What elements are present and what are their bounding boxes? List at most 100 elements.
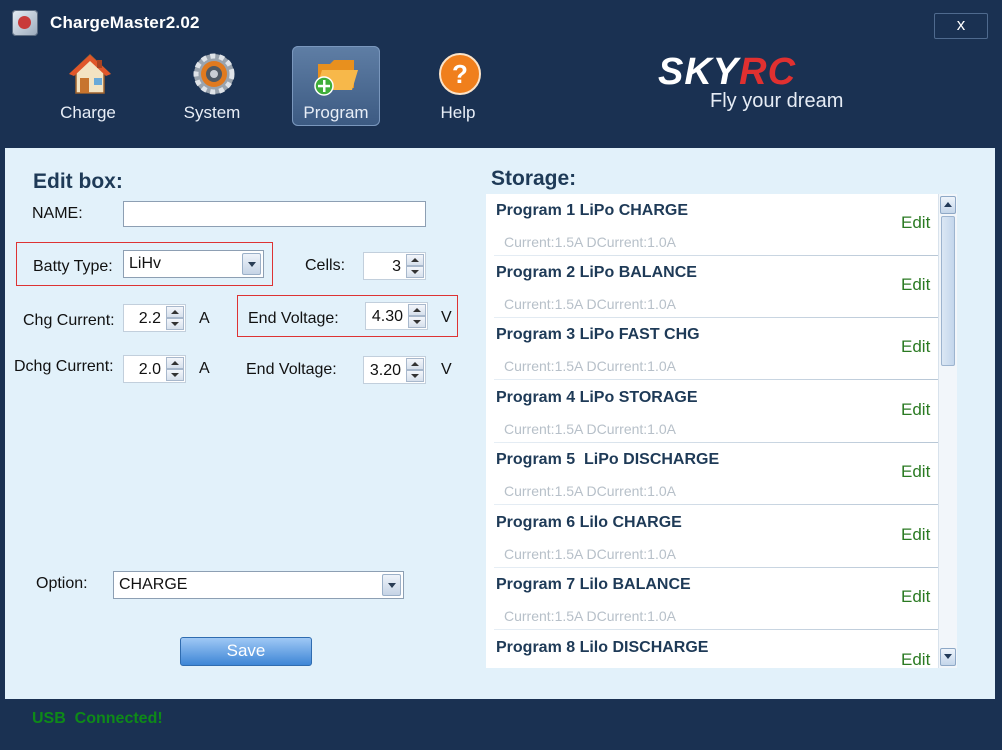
batt-type-select[interactable]: LiHv bbox=[123, 250, 264, 278]
program-edit-link[interactable]: Edit bbox=[901, 400, 930, 420]
edit-box-title: Edit box: bbox=[33, 170, 123, 193]
scroll-up-icon[interactable] bbox=[940, 196, 956, 214]
program-title: Program 1 LiPo CHARGE bbox=[496, 202, 689, 219]
program-desc: Current:1.5A DCurrent:1.0A bbox=[504, 546, 676, 562]
chg-end-voltage-unit: V bbox=[441, 309, 452, 326]
chg-current-value: 2.2 bbox=[138, 310, 161, 327]
chevron-down-icon[interactable] bbox=[242, 253, 261, 275]
close-button[interactable]: x bbox=[934, 13, 988, 39]
dchg-end-voltage-stepper[interactable]: 3.20 bbox=[363, 356, 426, 384]
tool-charge-button[interactable]: Charge bbox=[44, 46, 132, 126]
spin-up-icon[interactable] bbox=[406, 254, 424, 266]
main-panel: Edit box: NAME: Batty Type: LiHv Cells: … bbox=[5, 148, 995, 699]
program-item[interactable]: Program 2 LiPo BALANCE Current:1.5A DCur… bbox=[486, 256, 938, 318]
dchg-end-voltage-label: End Voltage: bbox=[246, 361, 337, 378]
spin-up-icon[interactable] bbox=[406, 358, 424, 370]
dchg-current-label: Dchg Current: bbox=[14, 358, 114, 375]
option-value: CHARGE bbox=[119, 576, 188, 593]
chevron-down-icon[interactable] bbox=[382, 574, 401, 596]
spin-up-icon[interactable] bbox=[166, 306, 184, 318]
window-title: ChargeMaster2.02 bbox=[50, 13, 200, 32]
status-text: USB Connected! bbox=[32, 710, 163, 727]
storage-title: Storage: bbox=[491, 167, 577, 190]
tool-program-button[interactable]: Program bbox=[292, 46, 380, 126]
dchg-current-stepper[interactable]: 2.0 bbox=[123, 355, 186, 383]
spin-down-icon[interactable] bbox=[166, 318, 184, 330]
program-edit-link[interactable]: Edit bbox=[901, 462, 930, 482]
batt-type-value: LiHv bbox=[129, 255, 162, 272]
home-icon bbox=[69, 53, 111, 94]
skyrc-logo: SKYRC Fly your dream bbox=[658, 51, 843, 112]
chg-end-voltage-stepper[interactable]: 4.30 bbox=[365, 302, 428, 330]
tool-help-label: Help bbox=[440, 103, 476, 122]
divider bbox=[494, 629, 938, 630]
title-bar: ChargeMaster2.02 x bbox=[0, 0, 1002, 44]
option-label: Option: bbox=[36, 575, 88, 592]
program-edit-link[interactable]: Edit bbox=[901, 275, 930, 295]
program-item[interactable]: Program 8 Lilo DISCHARGE Edit bbox=[486, 631, 938, 668]
program-desc: Current:1.5A DCurrent:1.0A bbox=[504, 234, 676, 250]
divider bbox=[494, 504, 938, 505]
spin-down-icon[interactable] bbox=[166, 369, 184, 381]
chg-end-voltage-value: 4.30 bbox=[371, 308, 403, 325]
chg-end-voltage-label: End Voltage: bbox=[248, 310, 339, 327]
option-select[interactable]: CHARGE bbox=[113, 571, 404, 599]
program-edit-link[interactable]: Edit bbox=[901, 337, 930, 357]
tool-system-button[interactable]: System bbox=[168, 46, 256, 126]
scroll-thumb[interactable] bbox=[941, 216, 955, 366]
program-desc: Current:1.5A DCurrent:1.0A bbox=[504, 421, 676, 437]
name-label: NAME: bbox=[32, 205, 83, 222]
logo-tagline: Fly your dream bbox=[710, 90, 844, 112]
program-desc: Current:1.5A DCurrent:1.0A bbox=[504, 483, 676, 499]
program-item[interactable]: Program 5 LiPo DISCHARGE Current:1.5A DC… bbox=[486, 443, 938, 505]
tool-charge-label: Charge bbox=[60, 103, 116, 122]
program-desc: Current:1.5A DCurrent:1.0A bbox=[504, 296, 676, 312]
program-item[interactable]: Program 6 Lilo CHARGE Current:1.5A DCurr… bbox=[486, 506, 938, 568]
chg-current-stepper[interactable]: 2.2 bbox=[123, 304, 186, 332]
spin-down-icon[interactable] bbox=[406, 266, 424, 278]
cells-value: 3 bbox=[392, 258, 401, 275]
chg-current-unit: A bbox=[199, 310, 210, 327]
program-desc: Current:1.5A DCurrent:1.0A bbox=[504, 358, 676, 374]
program-title: Program 7 Lilo BALANCE bbox=[496, 576, 691, 593]
storage-scrollbar[interactable] bbox=[938, 194, 957, 668]
logo-brand-b: RC bbox=[739, 51, 797, 93]
program-title: Program 5 LiPo DISCHARGE bbox=[496, 451, 720, 468]
folder-add-icon bbox=[314, 60, 358, 96]
program-title: Program 6 Lilo CHARGE bbox=[496, 514, 682, 531]
program-edit-link[interactable]: Edit bbox=[901, 650, 930, 668]
tool-help-button[interactable]: ? Help bbox=[414, 46, 502, 126]
name-input[interactable] bbox=[123, 201, 426, 227]
program-title: Program 3 LiPo FAST CHG bbox=[496, 326, 700, 343]
spin-down-icon[interactable] bbox=[408, 316, 426, 328]
program-edit-link[interactable]: Edit bbox=[901, 525, 930, 545]
program-item[interactable]: Program 1 LiPo CHARGE Current:1.5A DCurr… bbox=[486, 194, 938, 256]
cells-label: Cells: bbox=[305, 257, 346, 274]
dchg-current-unit: A bbox=[199, 360, 210, 377]
gear-icon bbox=[193, 53, 235, 95]
program-item[interactable]: Program 4 LiPo STORAGE Current:1.5A DCur… bbox=[486, 381, 938, 443]
save-button[interactable]: Save bbox=[180, 637, 312, 666]
app-window: ChargeMaster2.02 x Charge System Program… bbox=[0, 0, 1002, 750]
divider bbox=[494, 379, 938, 380]
storage-list: Program 1 LiPo CHARGE Current:1.5A DCurr… bbox=[486, 194, 957, 668]
logo-brand-a: SKY bbox=[658, 51, 740, 93]
spin-down-icon[interactable] bbox=[406, 370, 424, 382]
help-icon: ? bbox=[439, 53, 481, 95]
tool-program-label: Program bbox=[303, 103, 369, 122]
svg-text:?: ? bbox=[452, 59, 468, 89]
dchg-end-voltage-unit: V bbox=[441, 361, 452, 378]
app-icon bbox=[12, 10, 38, 36]
spin-up-icon[interactable] bbox=[166, 357, 184, 369]
chg-current-label: Chg Current: bbox=[23, 312, 115, 329]
program-item[interactable]: Program 7 Lilo BALANCE Current:1.5A DCur… bbox=[486, 568, 938, 630]
program-edit-link[interactable]: Edit bbox=[901, 213, 930, 233]
program-edit-link[interactable]: Edit bbox=[901, 587, 930, 607]
program-title: Program 4 LiPo STORAGE bbox=[496, 389, 698, 406]
tool-system-label: System bbox=[183, 103, 241, 122]
spin-up-icon[interactable] bbox=[408, 304, 426, 316]
program-item[interactable]: Program 3 LiPo FAST CHG Current:1.5A DCu… bbox=[486, 318, 938, 380]
cells-stepper[interactable]: 3 bbox=[363, 252, 426, 280]
program-title: Program 8 Lilo DISCHARGE bbox=[496, 639, 709, 656]
scroll-down-icon[interactable] bbox=[940, 648, 956, 666]
